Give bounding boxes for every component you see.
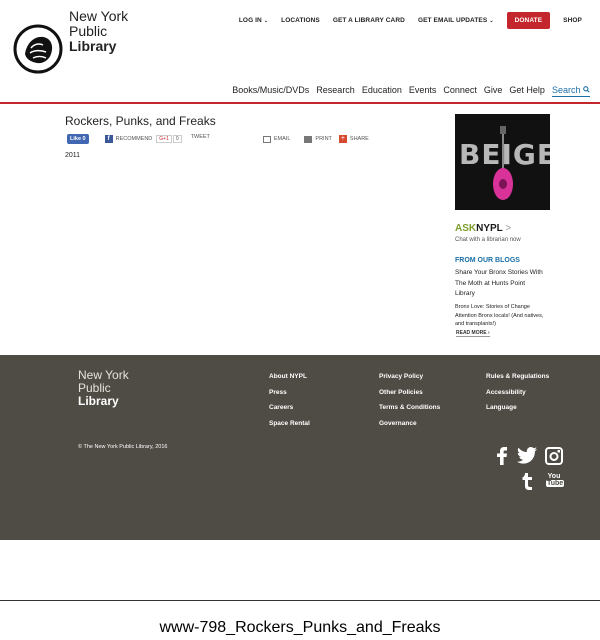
ask-nypl-link[interactable]: ASKNYPL >: [455, 223, 511, 234]
footer-link-about[interactable]: About NYPL: [269, 373, 310, 380]
blog-post-excerpt[interactable]: Bronx Love: Stories of Change Attention …: [455, 303, 545, 329]
facebook-icon: f: [104, 135, 113, 143]
search-icon: [583, 86, 590, 93]
beige-promo-image[interactable]: BEIGE: [455, 114, 550, 210]
print-icon: [304, 135, 313, 143]
chat-librarian-link[interactable]: Chat with a librarian now: [455, 237, 521, 243]
youtube-label-b: Tube: [546, 480, 565, 487]
nav-give[interactable]: Give: [484, 85, 503, 97]
youtube-label-a: You: [547, 473, 561, 480]
lion-logo-icon[interactable]: [13, 24, 63, 74]
footer-column-1: About NYPL Press Careers Space Rental: [269, 373, 310, 435]
footer-link-rules[interactable]: Rules & Regulations: [486, 373, 549, 380]
nypl-label: NYPL: [476, 223, 503, 234]
twitter-icon[interactable]: [517, 447, 537, 464]
footer-link-terms[interactable]: Terms & Conditions: [379, 404, 440, 411]
chevron-down-icon: ⌄: [263, 18, 269, 24]
page-title: Rockers, Punks, and Freaks: [65, 114, 216, 128]
screenshot-caption: www-798_Rockers_Punks_and_Freaks: [0, 600, 600, 637]
footer-link-language[interactable]: Language: [486, 404, 549, 411]
email-label: EMAIL: [273, 136, 291, 142]
print-button[interactable]: PRINT: [297, 135, 332, 143]
login-label: LOG IN: [238, 17, 262, 24]
email-updates-link[interactable]: GET EMAIL UPDATES ⌄: [418, 17, 494, 24]
instagram-icon[interactable]: [545, 447, 563, 465]
copyright: © The New York Public Library, 2016: [78, 444, 168, 450]
google-plus-count: 0: [172, 135, 182, 143]
blog-post-title[interactable]: Share Your Bronx Stories With The Moth a…: [455, 268, 545, 300]
facebook-icon[interactable]: [496, 447, 508, 465]
share-button[interactable]: + SHARE: [338, 135, 369, 143]
nav-research[interactable]: Research: [316, 85, 355, 97]
tweet-button[interactable]: TWEET: [191, 134, 210, 140]
youtube-icon[interactable]: You Tube: [546, 473, 565, 487]
guitar-icon: [493, 126, 513, 200]
search-label: Search: [551, 85, 581, 95]
nav-get-help[interactable]: Get Help: [509, 85, 545, 97]
logo-line-3: Library: [69, 38, 117, 54]
footer-link-governance[interactable]: Governance: [379, 420, 440, 427]
footer-link-press[interactable]: Press: [269, 389, 310, 396]
locations-link[interactable]: LOCATIONS: [281, 17, 320, 24]
footer-link-privacy[interactable]: Privacy Policy: [379, 373, 440, 380]
nav-connect[interactable]: Connect: [443, 85, 477, 97]
shop-link[interactable]: SHOP: [563, 17, 582, 24]
chevron-down-icon: ⌄: [489, 18, 494, 24]
facebook-like-button[interactable]: Like 0: [67, 134, 89, 144]
library-card-link[interactable]: GET A LIBRARY CARD: [333, 17, 405, 24]
nav-books-music-dvds[interactable]: Books/Music/DVDs: [232, 85, 309, 97]
tumblr-icon[interactable]: [522, 473, 533, 490]
email-updates-label: GET EMAIL UPDATES: [417, 17, 488, 24]
footer-link-accessibility[interactable]: Accessibility: [486, 389, 549, 396]
plus-icon: +: [338, 135, 347, 143]
footer-link-other-policies[interactable]: Other Policies: [379, 389, 440, 396]
nav-events[interactable]: Events: [409, 85, 437, 97]
footer-logo-line-3: Library: [78, 394, 119, 408]
site-header: New York Public Library LOG IN ⌄ LOCATION…: [0, 0, 600, 104]
share-label: SHARE: [349, 136, 369, 142]
ask-label: ASK: [455, 223, 477, 234]
recommend-button[interactable]: RECOMMEND: [116, 136, 153, 142]
email-button[interactable]: EMAIL: [262, 135, 291, 143]
nav-education[interactable]: Education: [362, 85, 402, 97]
footer-link-careers[interactable]: Careers: [269, 404, 310, 411]
site-footer: New York Public Library About NYPL Press…: [0, 355, 600, 540]
footer-link-space-rental[interactable]: Space Rental: [269, 420, 310, 427]
google-plus-button[interactable]: G+1: [156, 135, 172, 143]
logo-line-2: Public: [69, 23, 108, 39]
chevron-right-icon: >: [505, 223, 512, 234]
print-label: PRINT: [315, 136, 332, 142]
search-button[interactable]: Search: [551, 85, 590, 97]
email-icon: [262, 135, 271, 143]
footer-logo[interactable]: New York Public Library: [78, 369, 129, 408]
utility-nav: LOG IN ⌄ LOCATIONS GET A LIBRARY CARD GET…: [226, 12, 582, 29]
donate-button[interactable]: DONATE: [506, 12, 551, 29]
footer-column-3: Rules & Regulations Accessibility Langua…: [486, 373, 549, 420]
logo-line-1: New York: [69, 8, 129, 24]
read-more-link[interactable]: READ MORE ›: [456, 330, 490, 337]
login-link[interactable]: LOG IN ⌄: [239, 17, 268, 24]
publication-year: 2011: [65, 152, 81, 159]
share-bar: Like 0 f RECOMMEND G+1 0 TWEET EMAIL PRI…: [67, 134, 369, 144]
site-logo-text[interactable]: New York Public Library: [69, 9, 128, 54]
main-nav: Books/Music/DVDs Research Education Even…: [225, 85, 590, 97]
blogs-heading: FROM OUR BLOGS: [455, 257, 520, 264]
footer-column-2: Privacy Policy Other Policies Terms & Co…: [379, 373, 440, 435]
